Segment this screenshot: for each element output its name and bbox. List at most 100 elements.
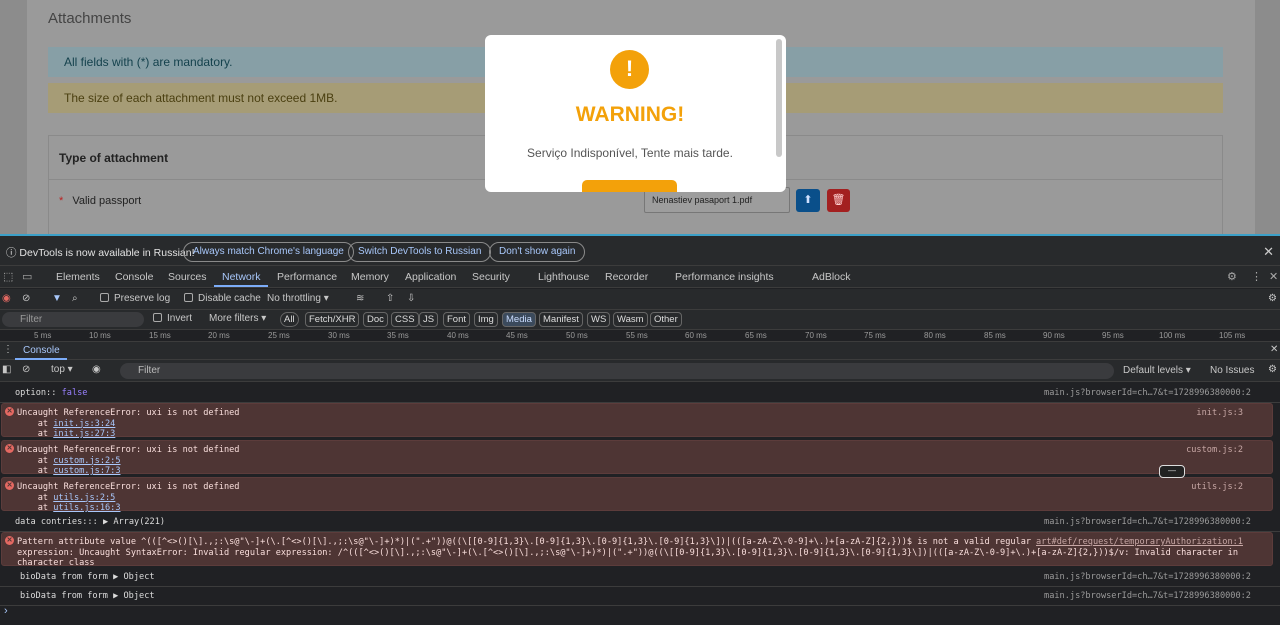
modal-title: WARNING! bbox=[575, 103, 685, 126]
invert-checkbox[interactable]: Invert bbox=[153, 313, 192, 324]
error-text: Uncaught ReferenceError: uxi is not defi… bbox=[17, 445, 240, 476]
expand-object[interactable]: ▶ Object bbox=[113, 591, 154, 601]
wifi-icon[interactable]: ≋ bbox=[356, 293, 364, 304]
settings-gear-icon[interactable]: ⚙ bbox=[1227, 270, 1237, 283]
modal-message: Serviço Indisponível, Tente mais tarde. bbox=[527, 146, 733, 160]
log-source-link[interactable]: main.js?browserId=ch…7&t=1728996380000:2 bbox=[1044, 572, 1251, 582]
ruler-tick: 105 ms bbox=[1219, 331, 1246, 340]
tab-network[interactable]: Network bbox=[222, 271, 261, 283]
log-text: option:: false bbox=[15, 388, 88, 398]
tab-lighthouse[interactable]: Lighthouse bbox=[538, 271, 589, 283]
network-filter-bar: Filter Invert More filters ▾ All Fetch/X… bbox=[0, 310, 1280, 330]
tab-elements[interactable]: Elements bbox=[56, 271, 100, 283]
passport-field-label: * Valid passport bbox=[59, 195, 141, 207]
log-levels-dropdown[interactable]: Default levels ▾ bbox=[1123, 365, 1191, 376]
record-icon[interactable]: ◉ bbox=[2, 293, 11, 304]
console-filter-input[interactable]: Filter bbox=[120, 363, 1114, 379]
tab-recorder[interactable]: Recorder bbox=[605, 271, 648, 283]
chip-fetch-xhr[interactable]: Fetch/XHR bbox=[305, 312, 360, 327]
clear-icon[interactable]: ⊘ bbox=[22, 293, 30, 304]
search-icon[interactable]: ⌕ bbox=[72, 293, 78, 304]
close-drawer-icon[interactable]: ✕ bbox=[1270, 344, 1278, 355]
ruler-tick: 100 ms bbox=[1159, 331, 1186, 340]
console-toolbar: ◧ ⊘ top ▾ ◉ Filter Default levels ▾ No I… bbox=[0, 360, 1280, 382]
chip-manifest[interactable]: Manifest bbox=[539, 312, 583, 327]
device-toolbar-icon[interactable]: ▭ bbox=[22, 270, 32, 283]
ruler-tick: 20 ms bbox=[208, 331, 230, 340]
upload-button[interactable]: ⬆ bbox=[796, 189, 820, 212]
expand-array[interactable]: ▶ Array(221) bbox=[103, 517, 165, 527]
ruler-tick: 5 ms bbox=[34, 331, 52, 340]
expand-object[interactable]: ▶ Object bbox=[113, 572, 154, 582]
sidebar-toggle-icon[interactable]: ◧ bbox=[2, 364, 11, 375]
network-settings-icon[interactable]: ⚙ bbox=[1268, 293, 1277, 304]
more-options-icon[interactable]: ⋮ bbox=[1251, 270, 1262, 283]
tab-performance-insights[interactable]: Performance insights bbox=[675, 271, 774, 283]
close-icon[interactable]: ✕ bbox=[1263, 244, 1274, 260]
infobar-message: ⓘ DevTools is now available in Russian! bbox=[6, 247, 195, 259]
switch-to-russian-button[interactable]: Switch DevTools to Russian bbox=[348, 242, 492, 262]
log-entry: option:: false main.js?browserId=ch…7&t=… bbox=[0, 384, 1280, 403]
throttling-select[interactable]: No throttling ▾ bbox=[267, 293, 329, 304]
console-settings-icon[interactable]: ⚙ bbox=[1268, 364, 1277, 375]
error-source-link[interactable]: custom.js:2 bbox=[1186, 445, 1243, 455]
close-devtools-icon[interactable]: ✕ bbox=[1269, 270, 1278, 283]
chip-ws[interactable]: WS bbox=[587, 312, 611, 327]
tab-memory[interactable]: Memory bbox=[351, 271, 389, 283]
log-source-link[interactable]: main.js?browserId=ch…7&t=1728996380000:2 bbox=[1044, 591, 1251, 601]
drawer-tab-console[interactable]: Console bbox=[23, 345, 60, 356]
tab-application[interactable]: Application bbox=[405, 271, 456, 283]
chip-media[interactable]: Media bbox=[502, 312, 536, 327]
error-source-link[interactable]: art#def/request/temporaryAuthorization:1 bbox=[1032, 537, 1243, 547]
log-source-link[interactable]: main.js?browserId=ch…7&t=1728996380000:2 bbox=[1044, 517, 1251, 527]
ruler-tick: 30 ms bbox=[328, 331, 350, 340]
info-icon: ⓘ bbox=[6, 247, 20, 259]
tab-security[interactable]: Security bbox=[472, 271, 510, 283]
inspect-icon[interactable]: ⬚ bbox=[3, 270, 13, 283]
log-text: data contries::: ▶ Array(221) bbox=[15, 517, 166, 527]
chip-font[interactable]: Font bbox=[443, 312, 471, 327]
language-infobar: ⓘ DevTools is now available in Russian! … bbox=[0, 234, 1280, 266]
chip-img[interactable]: Img bbox=[474, 312, 498, 327]
issues-link[interactable]: No Issues bbox=[1210, 365, 1254, 376]
warning-modal: ! WARNING! Serviço Indisponível, Tente m… bbox=[485, 35, 786, 192]
preserve-log-checkbox[interactable]: Preserve log bbox=[100, 293, 170, 304]
error-source-link[interactable]: init.js:3 bbox=[1196, 408, 1243, 418]
tab-performance[interactable]: Performance bbox=[277, 271, 337, 283]
context-select[interactable]: top ▾ bbox=[51, 364, 73, 375]
console-prompt[interactable]: › bbox=[4, 605, 8, 617]
chip-css[interactable]: CSS bbox=[391, 312, 419, 327]
chip-wasm[interactable]: Wasm bbox=[613, 312, 648, 327]
chip-all[interactable]: All bbox=[280, 312, 299, 327]
chip-doc[interactable]: Doc bbox=[363, 312, 388, 327]
dont-show-again-button[interactable]: Don't show again bbox=[489, 242, 586, 262]
disable-cache-checkbox[interactable]: Disable cache bbox=[184, 293, 261, 304]
ruler-tick: 80 ms bbox=[924, 331, 946, 340]
filter-icon[interactable]: ▼ bbox=[52, 293, 62, 304]
error-text: Uncaught ReferenceError: uxi is not defi… bbox=[17, 408, 240, 439]
drawer-menu-icon[interactable]: ⋮ bbox=[3, 344, 13, 355]
modal-scrollbar[interactable] bbox=[776, 39, 782, 157]
required-mark: * bbox=[59, 195, 64, 207]
more-filters-dropdown[interactable]: More filters ▾ bbox=[209, 313, 266, 324]
error-source-link[interactable]: utils.js:2 bbox=[1191, 482, 1243, 492]
log-source-link[interactable]: main.js?browserId=ch…7&t=1728996380000:2 bbox=[1044, 388, 1251, 398]
tab-adblock[interactable]: AdBlock bbox=[812, 271, 851, 283]
ruler-tick: 70 ms bbox=[805, 331, 827, 340]
tab-sources[interactable]: Sources bbox=[168, 271, 207, 283]
chip-other[interactable]: Other bbox=[650, 312, 682, 327]
tab-console[interactable]: Console bbox=[115, 271, 154, 283]
clear-console-icon[interactable]: ⊘ bbox=[22, 364, 30, 375]
log-entry: bioData from form ▶ Object main.js?brows… bbox=[0, 568, 1280, 587]
network-filter-input[interactable]: Filter bbox=[2, 312, 144, 327]
import-icon[interactable]: ⇧ bbox=[386, 293, 394, 304]
chip-js[interactable]: JS bbox=[419, 312, 439, 327]
delete-button[interactable]: 🗑 bbox=[827, 189, 850, 212]
export-icon[interactable]: ⇩ bbox=[407, 293, 415, 304]
section-title: Attachments bbox=[48, 10, 132, 27]
always-match-language-button[interactable]: Always match Chrome's language bbox=[183, 242, 354, 262]
eye-icon[interactable]: ◉ bbox=[92, 364, 101, 375]
modal-ok-button[interactable] bbox=[582, 180, 677, 192]
ruler-tick: 90 ms bbox=[1043, 331, 1065, 340]
ruler-tick: 75 ms bbox=[864, 331, 886, 340]
